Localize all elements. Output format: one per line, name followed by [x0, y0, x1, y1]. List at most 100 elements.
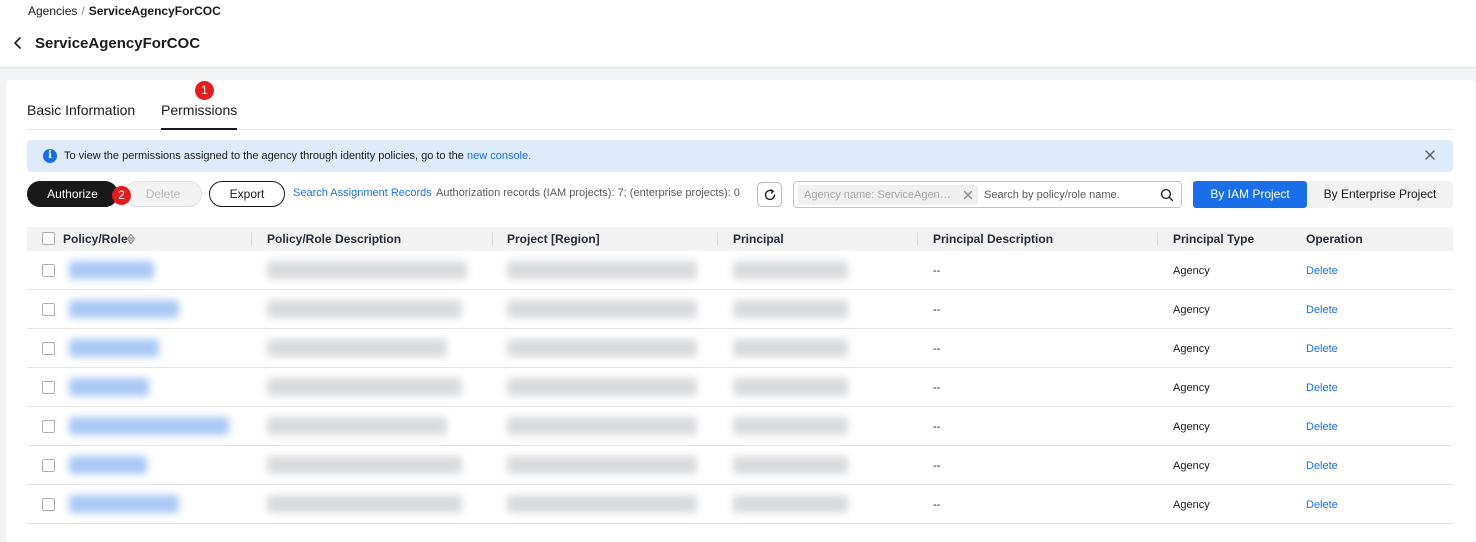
principal-type: Agency — [1173, 421, 1210, 433]
table-row: -- Agency Delete — [27, 485, 1453, 524]
table-row: -- Agency Delete — [27, 290, 1453, 329]
row-checkbox[interactable] — [42, 381, 55, 394]
select-all-checkbox[interactable] — [42, 232, 55, 245]
delete-link[interactable]: Delete — [1306, 265, 1338, 277]
col-description: Policy/Role Description — [267, 232, 402, 246]
project-region — [507, 339, 697, 357]
delete-link[interactable]: Delete — [1306, 460, 1338, 472]
delete-link[interactable]: Delete — [1306, 421, 1338, 433]
tab-permissions[interactable]: Permissions — [161, 102, 238, 130]
principal-type: Agency — [1173, 382, 1210, 394]
authorize-button[interactable]: Authorize — [27, 181, 118, 207]
principal-description: -- — [933, 265, 941, 277]
policy-description — [267, 339, 447, 357]
filter-tag: Agency name: ServiceAgencyForCOC — [798, 185, 978, 205]
row-checkbox[interactable] — [42, 342, 55, 355]
permissions-table: Policy/Role Policy/Role Description Proj… — [27, 227, 1453, 524]
policy-role-link[interactable] — [69, 495, 179, 513]
info-notice: i To view the permissions assigned to th… — [27, 140, 1453, 172]
policy-description — [267, 417, 447, 435]
col-operation: Operation — [1306, 232, 1363, 246]
policy-role-link[interactable] — [69, 417, 229, 435]
breadcrumb-current: ServiceAgencyForCOC — [88, 4, 221, 18]
col-principal-type: Principal Type — [1173, 232, 1255, 246]
search-icon[interactable] — [1160, 188, 1174, 202]
page-header: Agencies / ServiceAgencyForCOC ServiceAgen… — [0, 0, 1476, 68]
breadcrumb-separator: / — [81, 4, 85, 18]
project-region — [507, 300, 697, 318]
notice-message: To view the permissions assigned to the … — [64, 150, 467, 162]
principal-description: -- — [933, 421, 941, 433]
policy-description — [267, 378, 462, 396]
policy-role-link[interactable] — [69, 456, 147, 474]
principal-type: Agency — [1173, 460, 1210, 472]
table-row: -- Agency Delete — [27, 407, 1453, 446]
principal — [733, 261, 848, 279]
table-row: -- Agency Delete — [27, 329, 1453, 368]
principal — [733, 417, 848, 435]
authorization-records-count: Authorization records (IAM projects): 7;… — [436, 187, 740, 199]
policy-description — [267, 261, 467, 279]
principal-type: Agency — [1173, 265, 1210, 277]
delete-link[interactable]: Delete — [1306, 499, 1338, 511]
principal — [733, 300, 848, 318]
row-checkbox[interactable] — [42, 420, 55, 433]
delete-link[interactable]: Delete — [1306, 304, 1338, 316]
policy-role-link[interactable] — [69, 378, 149, 396]
project-region — [507, 456, 697, 474]
breadcrumb-parent[interactable]: Agencies — [28, 4, 77, 18]
col-policy-role: Policy/Role — [63, 232, 128, 246]
principal-description: -- — [933, 460, 941, 472]
column-divider — [917, 232, 918, 246]
close-icon[interactable] — [1423, 148, 1437, 162]
column-divider — [1157, 232, 1158, 246]
row-checkbox[interactable] — [42, 498, 55, 511]
step-2-badge: 2 — [112, 186, 131, 205]
filter-tag-label: Agency name: ServiceAgencyForCOC — [804, 189, 954, 201]
tab-basic-information[interactable]: Basic Information — [27, 102, 135, 130]
principal-description: -- — [933, 304, 941, 316]
delete-link[interactable]: Delete — [1306, 382, 1338, 394]
step-1-badge: 1 — [195, 81, 214, 100]
permissions-panel: Basic Information Permissions 1 i To vie… — [6, 80, 1475, 542]
policy-description — [267, 495, 462, 513]
policy-role-link[interactable] — [69, 261, 154, 279]
col-principal-description: Principal Description — [933, 232, 1054, 246]
col-principal: Principal — [733, 232, 784, 246]
policy-description — [267, 456, 462, 474]
row-checkbox[interactable] — [42, 264, 55, 277]
policy-description — [267, 300, 462, 318]
principal-type: Agency — [1173, 343, 1210, 355]
search-assignment-records-link[interactable]: Search Assignment Records — [293, 187, 432, 199]
policy-role-link[interactable] — [69, 300, 179, 318]
delete-button[interactable]: Delete — [124, 181, 202, 207]
principal-description: -- — [933, 382, 941, 394]
principal-description: -- — [933, 343, 941, 355]
clear-filter-icon[interactable] — [962, 189, 974, 201]
back-arrow-icon[interactable] — [10, 34, 26, 52]
column-divider — [492, 232, 493, 246]
refresh-icon — [764, 189, 776, 201]
project-region — [507, 417, 697, 435]
principal — [733, 378, 848, 396]
row-checkbox[interactable] — [42, 303, 55, 316]
principal — [733, 339, 848, 357]
delete-link[interactable]: Delete — [1306, 343, 1338, 355]
table-header: Policy/Role Policy/Role Description Proj… — [27, 227, 1453, 251]
by-iam-project-button[interactable]: By IAM Project — [1193, 181, 1307, 208]
table-row: -- Agency Delete — [27, 368, 1453, 407]
sort-icon[interactable] — [127, 233, 135, 245]
page-title: ServiceAgencyForCOC — [35, 35, 201, 52]
principal-type: Agency — [1173, 499, 1210, 511]
row-checkbox[interactable] — [42, 459, 55, 472]
new-console-link[interactable]: new console. — [467, 150, 531, 162]
search-input[interactable] — [984, 186, 1154, 204]
policy-role-link[interactable] — [69, 339, 159, 357]
column-divider — [251, 232, 252, 246]
table-row: -- Agency Delete — [27, 446, 1453, 485]
project-region — [507, 261, 697, 279]
breadcrumb: Agencies / ServiceAgencyForCOC — [28, 4, 221, 18]
by-enterprise-project-button[interactable]: By Enterprise Project — [1307, 181, 1453, 208]
export-button[interactable]: Export — [209, 181, 285, 207]
refresh-button[interactable] — [757, 182, 782, 207]
